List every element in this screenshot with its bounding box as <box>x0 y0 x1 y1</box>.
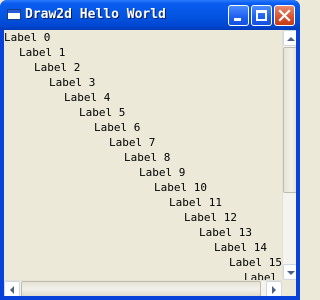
figure-label: Label 15 <box>229 256 282 269</box>
vertical-scroll-thumb[interactable] <box>283 47 296 193</box>
figure-label: Label 7 <box>109 136 156 149</box>
close-button[interactable] <box>274 5 295 26</box>
title-bar[interactable]: Draw2d Hello World <box>0 0 300 30</box>
figure-label: Label 9 <box>139 166 186 179</box>
window-title: Draw2d Hello World <box>25 7 166 22</box>
horizontal-scroll-thumb[interactable] <box>21 281 261 296</box>
arrow-left-icon <box>10 286 14 294</box>
maximize-icon <box>256 10 267 21</box>
vertical-scrollbar[interactable] <box>282 30 296 280</box>
figure-label: Label 13 <box>199 226 252 239</box>
figure-label: Label 8 <box>124 151 171 164</box>
figure-label: Label 3 <box>49 76 96 89</box>
figure-label: Label 1 <box>19 46 66 59</box>
scroll-right-button[interactable] <box>266 281 282 296</box>
horizontal-scrollbar[interactable] <box>4 280 282 296</box>
figure-label: Label 2 <box>34 61 81 74</box>
scroll-down-button[interactable] <box>283 264 296 280</box>
canvas-area[interactable]: Label 0 Label 1 Label 2 Label 3 Label 4 Label… <box>4 30 296 296</box>
figure-label: Label 14 <box>214 241 267 254</box>
app-window: Draw2d Hello World Label 0 Label 1 Label 2… <box>0 0 300 300</box>
figure-label: Label 4 <box>64 91 111 104</box>
figure-label: Label 0 <box>4 31 51 44</box>
figure-label: Label 6 <box>94 121 141 134</box>
app-icon <box>7 9 21 20</box>
maximize-button[interactable] <box>251 5 272 26</box>
figure-label: Label 10 <box>154 181 207 194</box>
arrow-down-icon <box>287 271 295 275</box>
scroll-left-button[interactable] <box>4 281 20 296</box>
figure-label: Label 5 <box>79 106 126 119</box>
arrow-up-icon <box>287 37 295 41</box>
minimize-button[interactable] <box>228 5 249 26</box>
scroll-up-button[interactable] <box>283 30 296 46</box>
close-icon <box>278 9 291 22</box>
arrow-right-icon <box>272 286 276 294</box>
figure-label: Label 11 <box>169 196 222 209</box>
figure-label: Label 12 <box>184 211 237 224</box>
minimize-icon <box>234 18 241 21</box>
scrollbar-corner <box>282 280 296 296</box>
